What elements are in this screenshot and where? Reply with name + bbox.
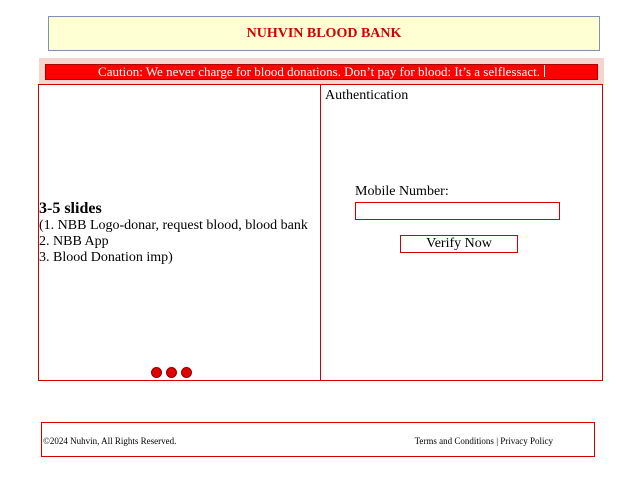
- footer-separator: |: [496, 436, 498, 446]
- slide-dot-1[interactable]: [151, 367, 162, 378]
- caution-cursor: [543, 65, 545, 77]
- slides-panel: 3-5 slides (1. NBB Logo-donar, request b…: [38, 84, 321, 381]
- slide-indicators: [151, 367, 192, 378]
- privacy-link[interactable]: Privacy Policy: [500, 436, 553, 446]
- site-title: NUHVIN BLOOD BANK: [246, 25, 402, 41]
- caution-text: Caution: We never charge for blood donat…: [98, 64, 540, 79]
- mobile-number-input[interactable]: [355, 202, 560, 220]
- site-header: NUHVIN BLOOD BANK: [48, 16, 600, 51]
- auth-panel: Authentication Mobile Number: Verify Now: [320, 84, 603, 381]
- terms-link[interactable]: Terms and Conditions: [415, 436, 494, 446]
- slides-placeholder: 3-5 slides (1. NBB Logo-donar, request b…: [39, 200, 319, 266]
- copyright-text: ©2024 Nuhvin, All Rights Reserved.: [43, 436, 177, 446]
- site-footer: ©2024 Nuhvin, All Rights Reserved. Terms…: [41, 422, 595, 457]
- footer-links: Terms and Conditions | Privacy Policy: [415, 436, 553, 446]
- caution-banner: Caution: We never charge for blood donat…: [39, 58, 604, 84]
- slides-line-3: 3. Blood Donation imp): [39, 250, 173, 265]
- verify-now-button[interactable]: Verify Now: [400, 235, 518, 253]
- slide-dot-2[interactable]: [166, 367, 177, 378]
- slides-line-1: (1. NBB Logo-donar, request blood, blood…: [39, 218, 308, 233]
- slide-dot-3[interactable]: [181, 367, 192, 378]
- slides-line-2: 2. NBB App: [39, 234, 109, 249]
- auth-title: Authentication: [325, 88, 409, 103]
- slides-heading: 3-5 slides: [39, 200, 102, 217]
- caution-marquee: Caution: We never charge for blood donat…: [45, 64, 598, 80]
- mobile-number-label: Mobile Number:: [355, 184, 449, 199]
